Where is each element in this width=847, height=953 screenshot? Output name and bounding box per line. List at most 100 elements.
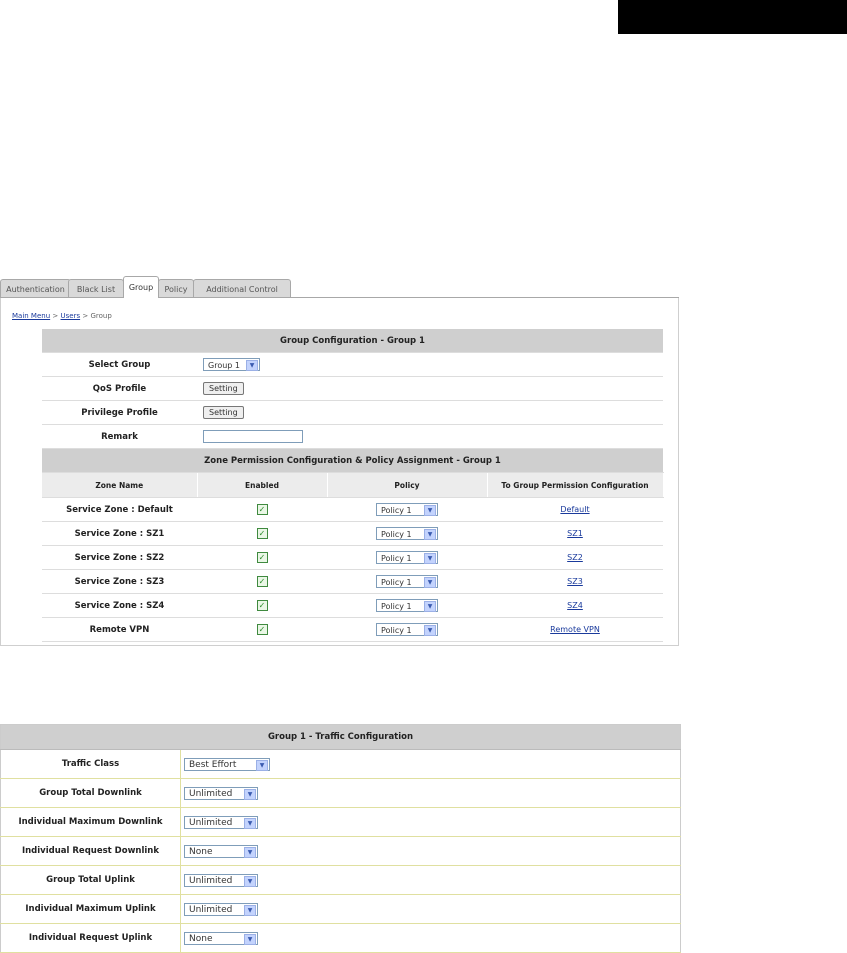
dropdown-arrow-icon: ▼ [424, 601, 436, 612]
checkmark-icon: ✓ [258, 553, 266, 562]
group-permission-link[interactable]: SZ4 [567, 601, 583, 610]
table-row: Service Zone : Default ✓ Policy 1 ▼ Default [42, 497, 663, 522]
policy-value: Policy 1 [381, 578, 412, 587]
dropdown-arrow-icon: ▼ [244, 875, 256, 887]
zone-name: Service Zone : Default [42, 497, 197, 522]
policy-value: Policy 1 [381, 554, 412, 563]
breadcrumb: Main Menu > Users > Group [12, 312, 112, 320]
traffic-setting-label: Group Total Uplink [0, 865, 181, 895]
dropdown-arrow-icon: ▼ [244, 788, 256, 800]
dropdown-arrow-icon: ▼ [424, 505, 436, 516]
zone-permission-title: Zone Permission Configuration & Policy A… [42, 448, 663, 473]
traffic-setting-label: Individual Request Uplink [0, 923, 181, 953]
qos-profile-label: QoS Profile [42, 376, 197, 401]
table-row: Remote VPN ✓ Policy 1 ▼ Remote VPN [42, 617, 663, 642]
tab-bar: Authentication Black List Group Policy A… [0, 276, 679, 298]
policy-value: Policy 1 [381, 602, 412, 611]
traffic-setting-dropdown[interactable]: Unlimited ▼ [184, 902, 258, 916]
table-row: Individual Maximum Uplink Unlimited ▼ [0, 894, 681, 924]
policy-value: Policy 1 [381, 506, 412, 515]
dropdown-arrow-icon: ▼ [244, 846, 256, 858]
checkmark-icon: ✓ [258, 505, 266, 514]
tab-authentication[interactable]: Authentication [0, 279, 71, 298]
column-header-policy: Policy [327, 472, 488, 498]
select-group-dropdown[interactable]: Group 1 ▼ [203, 358, 260, 371]
table-row: Individual Request Downlink None ▼ [0, 836, 681, 866]
policy-dropdown[interactable]: Policy 1 ▼ [376, 551, 438, 564]
group-config-title: Group Configuration - Group 1 [42, 329, 663, 353]
select-group-label: Select Group [42, 352, 197, 377]
breadcrumb-separator: > [82, 312, 89, 320]
traffic-config-table: Group 1 - Traffic Configuration Traffic … [0, 724, 681, 953]
table-row: Group Total Downlink Unlimited ▼ [0, 778, 681, 808]
column-header-enabled: Enabled [197, 472, 328, 498]
zone-name: Service Zone : SZ2 [42, 545, 197, 570]
policy-dropdown[interactable]: Policy 1 ▼ [376, 527, 438, 540]
enabled-checkbox[interactable]: ✓ [256, 504, 268, 515]
traffic-setting-dropdown[interactable]: Unlimited ▼ [184, 815, 258, 829]
privilege-profile-label: Privilege Profile [42, 400, 197, 425]
dropdown-arrow-icon: ▼ [424, 625, 436, 636]
checkmark-icon: ✓ [258, 601, 266, 610]
traffic-setting-value: Unlimited [189, 788, 233, 799]
group-permission-link[interactable]: SZ3 [567, 577, 583, 586]
traffic-setting-dropdown[interactable]: Best Effort ▼ [184, 757, 270, 771]
breadcrumb-current: Group [90, 312, 112, 320]
enabled-checkbox[interactable]: ✓ [256, 576, 268, 587]
zone-name: Service Zone : SZ4 [42, 593, 197, 618]
group-permission-link[interactable]: SZ2 [567, 553, 583, 562]
tab-black-list[interactable]: Black List [68, 279, 124, 298]
policy-dropdown[interactable]: Policy 1 ▼ [376, 575, 438, 588]
enabled-checkbox[interactable]: ✓ [256, 528, 268, 539]
enabled-checkbox[interactable]: ✓ [256, 624, 268, 635]
group-permission-link[interactable]: Default [560, 505, 589, 514]
policy-dropdown[interactable]: Policy 1 ▼ [376, 503, 438, 516]
group-permission-link[interactable]: SZ1 [567, 529, 583, 538]
group-permission-link[interactable]: Remote VPN [550, 625, 600, 634]
traffic-setting-value: Best Effort [189, 759, 237, 770]
traffic-config-title: Group 1 - Traffic Configuration [0, 724, 681, 750]
column-header-group-permission: To Group Permission Configuration [487, 472, 664, 498]
enabled-checkbox[interactable]: ✓ [256, 600, 268, 611]
traffic-setting-value: Unlimited [189, 817, 233, 828]
policy-value: Policy 1 [381, 530, 412, 539]
traffic-setting-value: None [189, 933, 213, 944]
zone-name: Remote VPN [42, 617, 197, 642]
remark-input[interactable] [203, 430, 303, 443]
enabled-checkbox[interactable]: ✓ [256, 552, 268, 563]
table-row: Traffic Class Best Effort ▼ [0, 749, 681, 779]
zone-name: Service Zone : SZ3 [42, 569, 197, 594]
privilege-setting-button[interactable]: Setting [203, 406, 244, 419]
policy-value: Policy 1 [381, 626, 412, 635]
table-row: Service Zone : SZ2 ✓ Policy 1 ▼ SZ2 [42, 545, 663, 570]
table-row: Service Zone : SZ1 ✓ Policy 1 ▼ SZ1 [42, 521, 663, 546]
qos-setting-button[interactable]: Setting [203, 382, 244, 395]
table-row: Individual Maximum Downlink Unlimited ▼ [0, 807, 681, 837]
tab-policy[interactable]: Policy [158, 279, 194, 298]
dropdown-arrow-icon: ▼ [244, 904, 256, 916]
traffic-setting-label: Individual Maximum Downlink [0, 807, 181, 837]
dropdown-arrow-icon: ▼ [256, 759, 268, 771]
traffic-setting-label: Individual Maximum Uplink [0, 894, 181, 924]
traffic-setting-dropdown[interactable]: Unlimited ▼ [184, 873, 258, 887]
breadcrumb-users-link[interactable]: Users [61, 312, 81, 320]
traffic-setting-dropdown[interactable]: Unlimited ▼ [184, 786, 258, 800]
zone-name: Service Zone : SZ1 [42, 521, 197, 546]
dropdown-arrow-icon: ▼ [424, 553, 436, 564]
traffic-setting-label: Individual Request Downlink [0, 836, 181, 866]
breadcrumb-main-menu-link[interactable]: Main Menu [12, 312, 50, 320]
dropdown-arrow-icon: ▼ [246, 360, 258, 371]
traffic-setting-dropdown[interactable]: None ▼ [184, 931, 258, 945]
dropdown-arrow-icon: ▼ [244, 933, 256, 945]
policy-dropdown[interactable]: Policy 1 ▼ [376, 623, 438, 636]
table-row: Group Total Uplink Unlimited ▼ [0, 865, 681, 895]
traffic-setting-value: None [189, 846, 213, 857]
breadcrumb-separator: > [52, 312, 59, 320]
traffic-setting-value: Unlimited [189, 904, 233, 915]
remark-label: Remark [42, 424, 197, 449]
traffic-setting-dropdown[interactable]: None ▼ [184, 844, 258, 858]
policy-dropdown[interactable]: Policy 1 ▼ [376, 599, 438, 612]
tab-group[interactable]: Group [123, 276, 159, 298]
tab-additional-control[interactable]: Additional Control [193, 279, 291, 298]
traffic-setting-label: Group Total Downlink [0, 778, 181, 808]
